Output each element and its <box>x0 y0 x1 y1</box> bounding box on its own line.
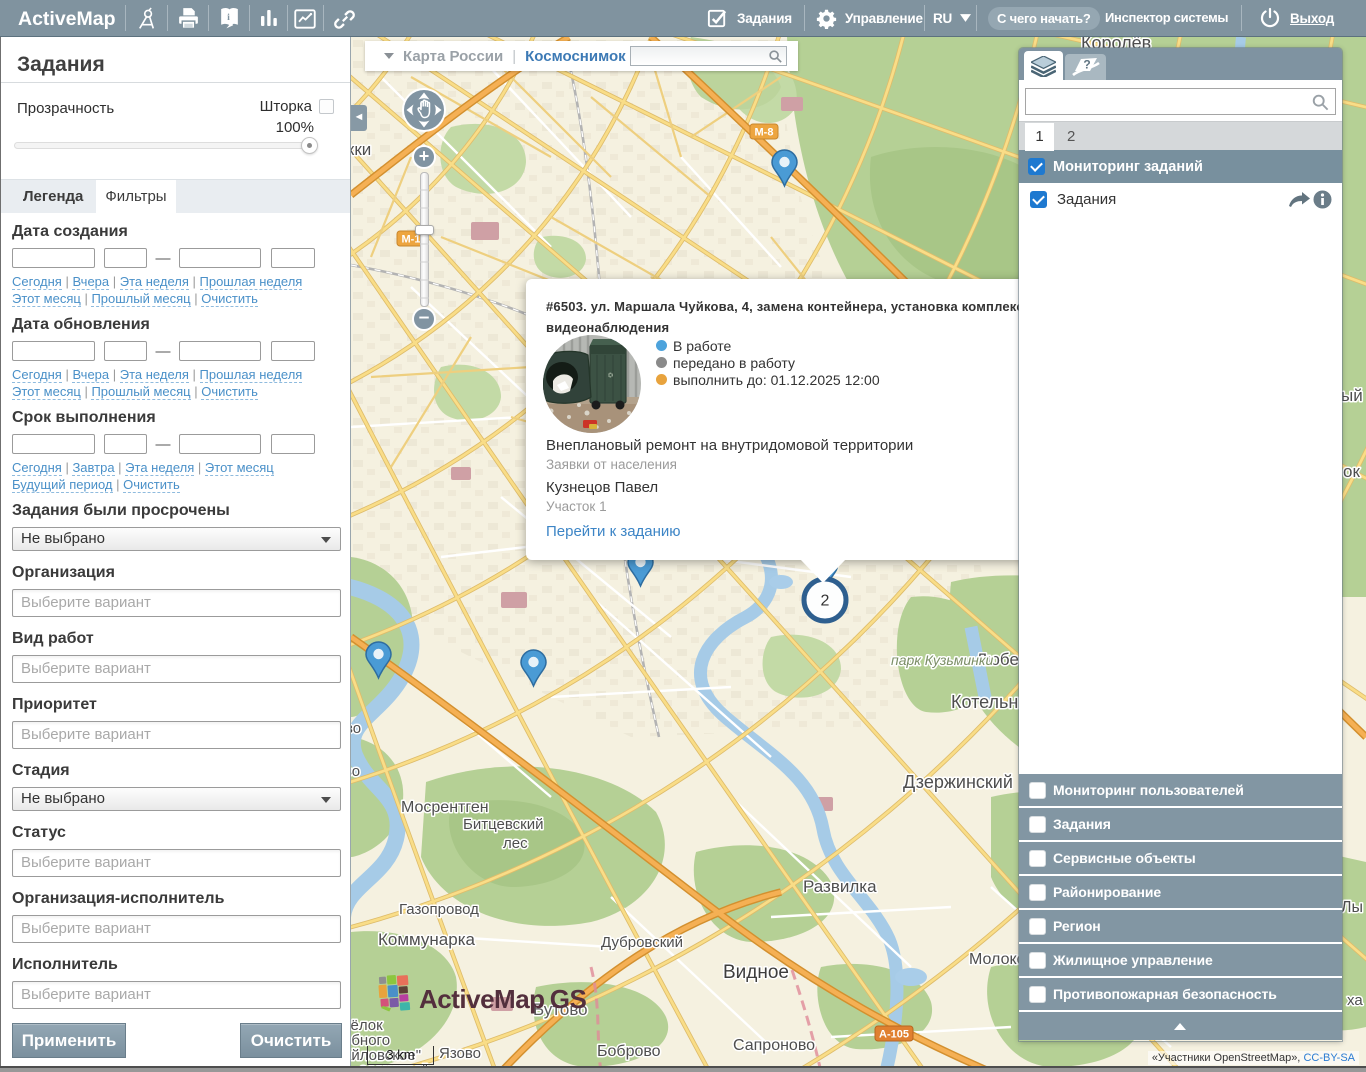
svg-text:ый: ый <box>1341 386 1363 405</box>
svg-text:Видное: Видное <box>723 962 789 983</box>
svg-text:Развилка: Развилка <box>803 877 877 896</box>
svg-text:М-1: М-1 <box>402 234 421 246</box>
svg-text:Боброво: Боброво <box>597 1043 661 1060</box>
svg-text:Сапроново: Сапроново <box>733 1037 815 1054</box>
svg-text:ок: ок <box>1343 462 1360 481</box>
svg-text:Мосрентген: Мосрентген <box>401 799 489 816</box>
svg-text:i: i <box>227 12 230 23</box>
svg-text:М-8: М-8 <box>755 127 774 139</box>
svg-text:лес: лес <box>503 835 528 852</box>
svg-text:Дзержинский: Дзержинский <box>903 772 1013 792</box>
svg-text:зо: зо <box>351 763 360 780</box>
svg-text:Лы: Лы <box>1341 899 1363 916</box>
svg-text:Газопровод: Газопровод <box>399 901 479 918</box>
svg-text:Битцевский: Битцевский <box>463 816 543 833</box>
svg-text:Дубровский: Дубровский <box>601 934 683 951</box>
svg-text:жки: жки <box>351 140 371 159</box>
svg-text:♻: ♻ <box>606 372 613 378</box>
svg-text:Коммунарка: Коммунарка <box>378 930 476 949</box>
svg-text:А-105: А-105 <box>879 1029 909 1041</box>
svg-text:Язово: Язово <box>439 1045 481 1062</box>
svg-text:парк Кузьминки: парк Кузьминки <box>891 652 993 668</box>
svg-text:ха: ха <box>1347 992 1363 1009</box>
svg-text:?: ? <box>1083 58 1090 72</box>
svg-text:во: во <box>351 720 361 737</box>
svg-text:2: 2 <box>821 593 830 610</box>
